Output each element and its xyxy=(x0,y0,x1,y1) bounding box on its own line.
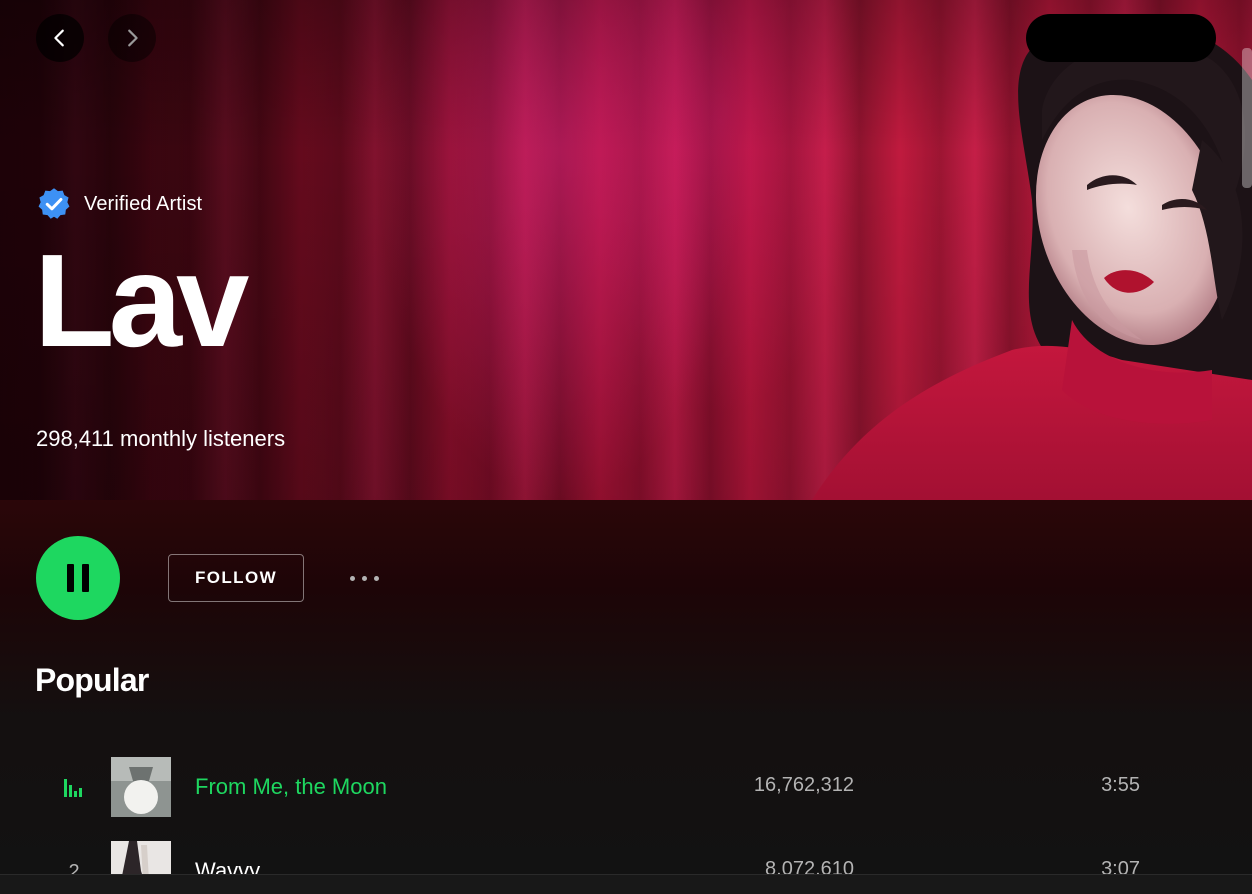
monthly-listeners: 298,411 monthly listeners xyxy=(36,426,286,451)
pause-button[interactable] xyxy=(36,536,120,620)
now-playing-indicator xyxy=(56,772,92,804)
more-options-button[interactable] xyxy=(340,562,388,594)
chevron-left-icon xyxy=(54,29,64,47)
artist-hero-banner: Verified Artist Lav 298,411 monthly list… xyxy=(0,0,1252,500)
equalizer-icon xyxy=(64,779,82,797)
scrollbar-thumb[interactable] xyxy=(1242,48,1252,188)
more-dot xyxy=(373,575,379,581)
pause-icon-bar-right xyxy=(82,564,89,592)
back-button[interactable] xyxy=(36,14,84,62)
bottom-player-bar xyxy=(0,874,1252,894)
artist-name: Lav xyxy=(34,227,249,374)
track-play-count: 16,762,312 xyxy=(753,774,854,796)
forward-button[interactable] xyxy=(108,14,156,62)
track-cover-art xyxy=(111,757,171,817)
artist-page: Verified Artist Lav 298,411 monthly list… xyxy=(0,0,1252,894)
verified-artist-label: Verified Artist xyxy=(84,192,203,215)
track-duration: 3:55 xyxy=(1101,774,1140,796)
verified-artist-badge: Verified Artist xyxy=(36,186,202,222)
follow-button[interactable]: FOLLOW xyxy=(168,554,304,602)
chevron-right-icon xyxy=(128,29,138,47)
track-row[interactable]: From Me, the Moon 16,762,312 3:55 xyxy=(0,756,1252,820)
more-dot xyxy=(361,575,367,581)
verified-badge-icon xyxy=(38,188,70,219)
album-art-image xyxy=(111,757,171,817)
more-horizontal-icon xyxy=(349,575,355,581)
artist-photo xyxy=(812,20,1252,500)
popular-section-title: Popular xyxy=(35,662,149,698)
pause-icon-bar-left xyxy=(67,564,74,592)
track-title[interactable]: From Me, the Moon xyxy=(195,774,387,800)
user-menu-button[interactable] xyxy=(1026,14,1216,62)
